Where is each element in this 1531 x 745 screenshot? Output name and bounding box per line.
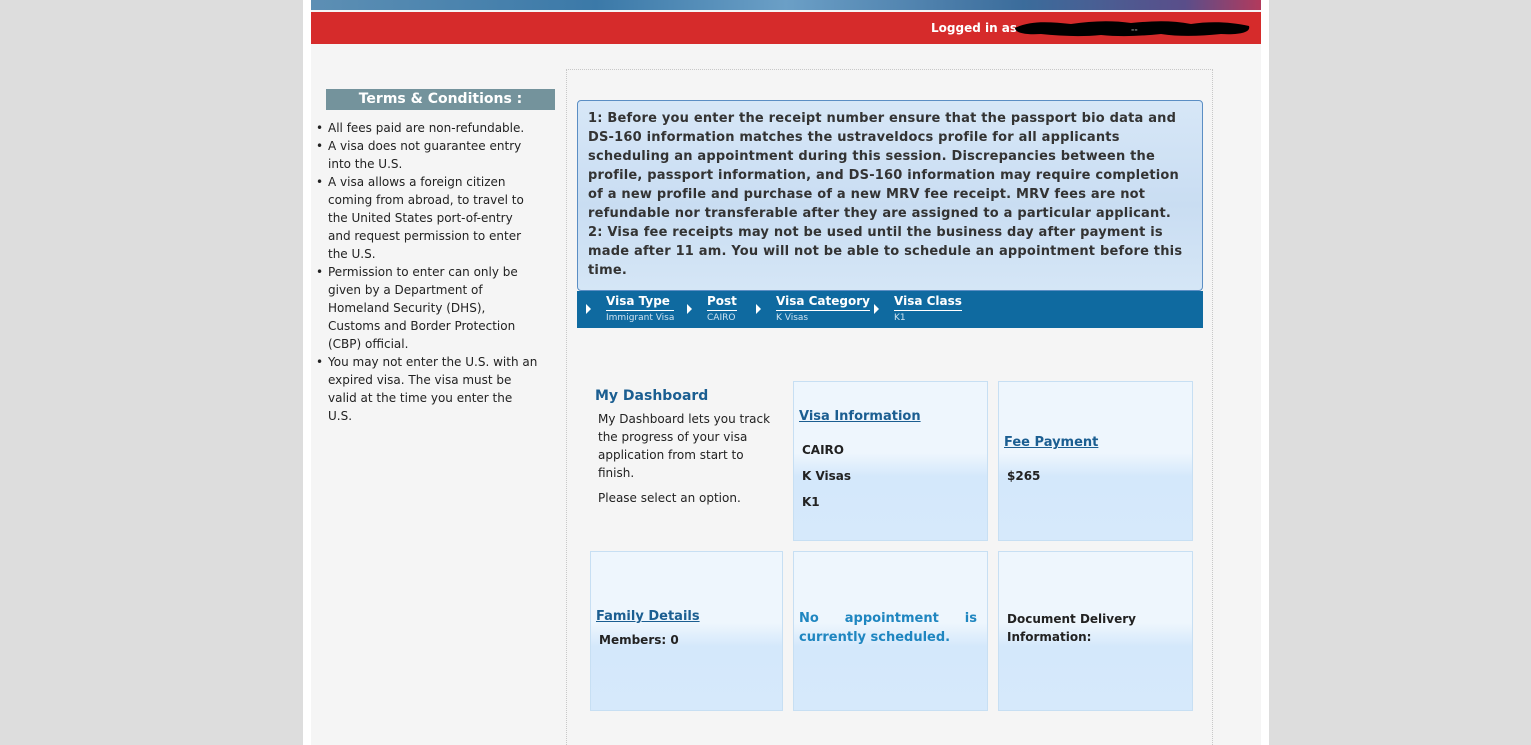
terms-item: You may not enter the U.S. with an expir… (316, 353, 538, 425)
breadcrumb-title: Visa Category (776, 294, 870, 311)
document-delivery-card: Document Delivery Information: (998, 551, 1193, 711)
breadcrumb-title: Visa Type (606, 294, 675, 311)
breadcrumb: Visa Type Immigrant Visa Post CAIRO Visa… (577, 291, 1203, 328)
appointment-card: No appointment is currently scheduled. (793, 551, 988, 711)
dashboard-description: My Dashboard lets you track the progress… (598, 412, 771, 480)
header-banner (311, 0, 1261, 10)
family-members: Members: 0 (599, 633, 679, 647)
content-area: Logged in as -- Terms & Conditions : All… (311, 0, 1261, 745)
visa-information-link[interactable]: Visa Information (799, 409, 921, 424)
chevron-right-icon (756, 304, 761, 314)
breadcrumb-visa-class[interactable]: Visa Class K1 (874, 294, 962, 325)
visa-info-category: K Visas (802, 469, 852, 483)
breadcrumb-title: Visa Class (894, 294, 962, 311)
breadcrumb-title: Post (707, 294, 737, 311)
dashboard-prompt: Please select an option. (598, 491, 741, 505)
important-notice: 1: Before you enter the receipt number e… (577, 100, 1203, 291)
chevron-right-icon (586, 304, 591, 314)
dashboard-title: My Dashboard (595, 388, 709, 404)
chevron-right-icon (874, 304, 879, 314)
family-details-link[interactable]: Family Details (596, 609, 700, 624)
fee-payment-card: Fee Payment $265 (998, 381, 1193, 541)
terms-item: Permission to enter can only be given by… (316, 263, 538, 353)
breadcrumb-visa-category[interactable]: Visa Category K Visas (756, 294, 870, 325)
page: Logged in as -- Terms & Conditions : All… (303, 0, 1269, 745)
visa-information-card: Visa Information CAIRO K Visas K1 (793, 381, 988, 541)
terms-item: A visa allows a foreign citizen coming f… (316, 173, 538, 263)
notice-line-1: 1: Before you enter the receipt number e… (588, 111, 1180, 221)
breadcrumb-visa-type[interactable]: Visa Type Immigrant Visa (586, 294, 675, 325)
breadcrumb-post[interactable]: Post CAIRO (687, 294, 737, 325)
terms-title: Terms & Conditions : (326, 89, 555, 110)
visa-info-class: K1 (802, 495, 820, 509)
terms-item: All fees paid are non-refundable. (316, 119, 538, 137)
family-details-card: Family Details Members: 0 (590, 551, 783, 711)
notice-line-2: 2: Visa fee receipts may not be used unt… (588, 225, 1183, 278)
breadcrumb-value: K1 (894, 313, 906, 323)
breadcrumb-value: Immigrant Visa (606, 313, 675, 323)
chevron-right-icon (687, 304, 692, 314)
appointment-status: No appointment is currently scheduled. (799, 611, 977, 645)
terms-item: A visa does not guarantee entry into the… (316, 137, 538, 173)
visa-info-post: CAIRO (802, 443, 844, 457)
breadcrumb-value: CAIRO (707, 313, 736, 323)
logged-in-label: Logged in as (931, 21, 1018, 35)
document-delivery-label: Document Delivery Information: (1007, 612, 1136, 644)
main-panel: 1: Before you enter the receipt number e… (566, 69, 1213, 745)
breadcrumb-value: K Visas (776, 313, 809, 323)
login-bar: Logged in as -- (311, 12, 1261, 44)
redacted-username: -- (1015, 21, 1250, 37)
terms-list: All fees paid are non-refundable. A visa… (316, 119, 538, 425)
fee-payment-link[interactable]: Fee Payment (1004, 435, 1098, 450)
username-suffix: -- (1131, 25, 1138, 34)
fee-amount: $265 (1007, 469, 1041, 483)
